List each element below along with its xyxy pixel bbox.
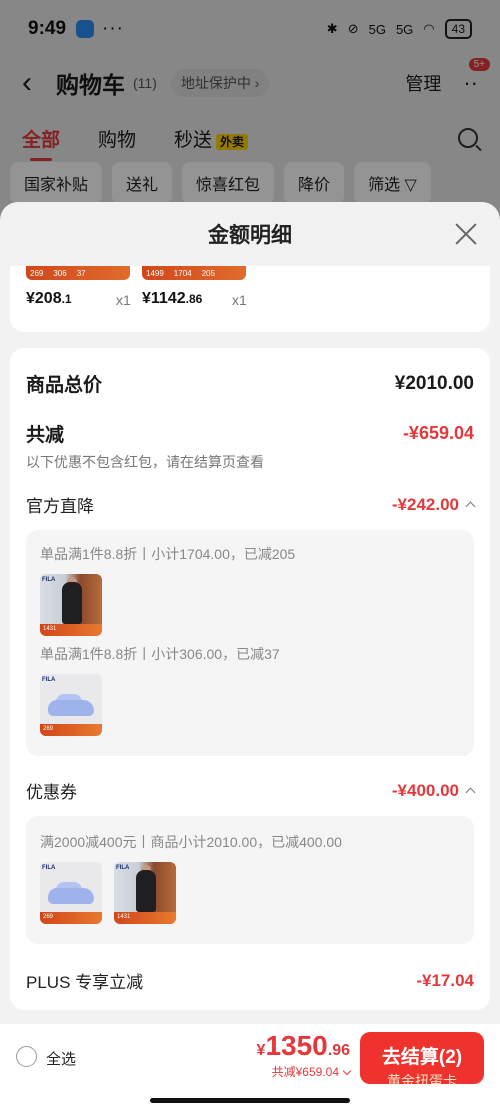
- total-price: ¥1350.96: [257, 1030, 350, 1062]
- goods-total-label: 商品总价: [26, 375, 103, 396]
- checkout-button[interactable]: 去结算(2) 黄金扭蛋卡: [360, 1032, 484, 1084]
- product-band-price: 1431: [43, 626, 57, 632]
- product-image-slide[interactable]: FILA 269: [40, 674, 102, 736]
- item-quantity: x1: [232, 292, 247, 308]
- coupon-label: 优惠券: [26, 783, 77, 802]
- plus-discount-row: PLUS 专享立减 -¥17.04: [26, 968, 474, 993]
- brand-logo: FILA: [42, 865, 56, 871]
- total-discount-row: 共减 -¥659.04: [26, 420, 474, 447]
- coupon-row[interactable]: 优惠券 -¥400.00: [26, 778, 476, 803]
- item-strip-value: 37: [76, 268, 86, 278]
- item-price: ¥1142.86: [142, 290, 202, 308]
- sheet-header: 金额明细: [0, 202, 500, 266]
- total-discount-label: 共减: [26, 425, 65, 446]
- product-image-coat[interactable]: FILA 1431: [40, 574, 102, 636]
- official-discount-details: 单品满1件8.8折丨小计1704.00，已减205 FILA 1431 单品满1…: [26, 530, 474, 756]
- product-band-price: 1431: [117, 914, 131, 920]
- amount-detail-sheet: 金额明细 269 306 37 ¥208.1 x1 1499 1704 205 …: [0, 202, 500, 1111]
- item-thumbnail[interactable]: 269 306 37: [26, 266, 130, 280]
- goods-total-value: ¥2010.00: [394, 372, 474, 394]
- total-discount-value: -¥659.04: [402, 423, 474, 443]
- chevron-down-icon: [342, 1066, 352, 1076]
- product-image-coat[interactable]: FILA 1431: [114, 862, 176, 924]
- select-all-label[interactable]: 全选: [46, 1048, 76, 1069]
- official-discount-value: -¥242.00: [391, 494, 459, 514]
- goods-total-row: 商品总价 ¥2010.00: [26, 370, 474, 397]
- item-price: ¥208.1: [26, 290, 72, 308]
- brand-logo: FILA: [42, 677, 56, 683]
- plus-discount-value: -¥17.04: [416, 970, 474, 990]
- item-strip-value: 205: [201, 268, 215, 278]
- promo-line: 满2000减400元丨商品小计2010.00，已减400.00: [40, 834, 342, 850]
- close-icon[interactable]: [454, 222, 478, 246]
- discount-note: 以下优惠不包含红包，请在结算页查看: [26, 454, 264, 470]
- coupon-value: -¥400.00: [391, 780, 459, 800]
- promo-line: 单品满1件8.8折丨小计1704.00，已减205: [40, 546, 296, 562]
- item-quantity: x1: [116, 292, 131, 308]
- item-thumbnail[interactable]: 1499 1704 205: [142, 266, 246, 280]
- item-strip-value: 306: [53, 268, 67, 278]
- product-band-price: 269: [43, 914, 54, 920]
- total-price-dec: .96: [327, 1042, 350, 1059]
- item-strip-value: 1704: [173, 268, 192, 278]
- selected-items-card: 269 306 37 ¥208.1 x1 1499 1704 205 ¥1142…: [10, 266, 490, 332]
- official-discount-row[interactable]: 官方直降 -¥242.00: [26, 492, 476, 517]
- promo-line: 单品满1件8.8折丨小计306.00，已减37: [40, 646, 280, 662]
- official-discount-label: 官方直降: [26, 497, 94, 516]
- brand-logo: FILA: [116, 865, 130, 871]
- item-price-dec: .1: [61, 292, 72, 306]
- brand-logo: FILA: [42, 577, 56, 583]
- plus-discount-label: PLUS 专享立减: [26, 973, 144, 992]
- item-strip-value: 1499: [146, 268, 164, 278]
- sheet-title: 金额明细: [208, 224, 292, 247]
- checkout-promo: 黄金扭蛋卡: [387, 1073, 457, 1084]
- chevron-up-icon[interactable]: [465, 787, 476, 798]
- product-band-price: 269: [43, 726, 54, 732]
- checkout-label: 去结算(2): [381, 1047, 463, 1068]
- item-strip-value: 269: [30, 268, 44, 278]
- home-indicator[interactable]: [150, 1098, 350, 1103]
- product-image-slide[interactable]: FILA 269: [40, 862, 102, 924]
- chevron-up-icon[interactable]: [465, 501, 476, 512]
- select-all-checkbox[interactable]: [16, 1046, 37, 1067]
- item-price-int: ¥208: [26, 290, 62, 307]
- item-price-int: ¥1142: [142, 290, 186, 307]
- total-price-int: 1350: [265, 1030, 328, 1061]
- item-price-dec: .86: [185, 292, 203, 306]
- total-saved-toggle[interactable]: 共减¥659.04: [257, 1063, 352, 1080]
- coupon-details: 满2000减400元丨商品小计2010.00，已减400.00 FILA 269…: [26, 816, 474, 944]
- total-price-block: ¥1350.96 共减¥659.04: [257, 1030, 352, 1080]
- total-saved-text: 共减¥659.04: [271, 1065, 339, 1079]
- price-detail-card: 商品总价 ¥2010.00 共减 -¥659.04 以下优惠不包含红包，请在结算…: [10, 348, 490, 1010]
